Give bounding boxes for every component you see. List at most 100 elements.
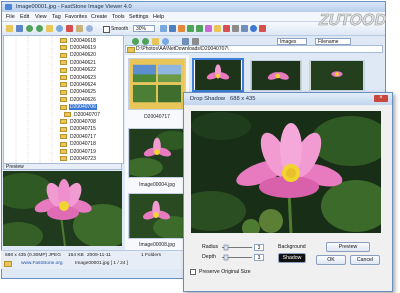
tree-item-label: D20040718 bbox=[70, 141, 96, 148]
preserve-size-label: Preserve Original Size bbox=[199, 269, 251, 275]
slider-track bbox=[222, 244, 252, 251]
view-mode-icon[interactable] bbox=[182, 38, 189, 45]
thumbnail[interactable] bbox=[128, 193, 186, 239]
folder-tree[interactable]: D20040618 D20040619 D20040620 D20040621 … bbox=[3, 35, 124, 164]
exit-icon[interactable] bbox=[259, 25, 266, 32]
thumbnail[interactable] bbox=[309, 60, 365, 91]
folder-icon bbox=[4, 261, 12, 267]
resize-icon[interactable] bbox=[214, 25, 221, 32]
thumbnail[interactable] bbox=[250, 60, 302, 91]
watermark-logo: ZUTOOD bbox=[310, 6, 390, 32]
email-icon[interactable] bbox=[76, 25, 83, 32]
radius-value[interactable]: 3 bbox=[254, 244, 264, 251]
folder-icon bbox=[60, 97, 67, 103]
window-title: Image00001.jpg - FastStone Image Viewer … bbox=[16, 4, 132, 10]
refresh-icon[interactable] bbox=[56, 25, 63, 32]
view-forward-icon[interactable] bbox=[142, 38, 149, 45]
fullscreen-icon[interactable] bbox=[169, 25, 176, 32]
fit-icon[interactable] bbox=[160, 25, 167, 32]
tree-item-label: D20040618 bbox=[70, 37, 96, 44]
thumbnail-selected[interactable] bbox=[192, 58, 244, 92]
dialog-title-bar[interactable]: Drop Shadow 688 x 435 × bbox=[184, 93, 392, 105]
tree-item-label: D20040621 bbox=[70, 59, 96, 66]
tree-item-label: D20040717 bbox=[70, 133, 96, 140]
menu-favorites[interactable]: Favorites bbox=[65, 14, 87, 20]
tree-item-label: D20040623 bbox=[70, 74, 96, 81]
cancel-button[interactable]: Cancel bbox=[350, 255, 380, 265]
folder-icon bbox=[127, 47, 135, 53]
forward-icon[interactable] bbox=[36, 25, 43, 32]
thumbnail-label: Image00004.jpg bbox=[139, 182, 175, 188]
close-icon[interactable]: × bbox=[374, 95, 388, 102]
color-icon[interactable] bbox=[223, 25, 230, 32]
depth-label: Depth bbox=[202, 254, 216, 260]
radius-slider[interactable] bbox=[222, 244, 252, 251]
folder-icon bbox=[60, 141, 67, 147]
thumbnail-pane: D20040717 Image00004.jpg Image00008.jpg bbox=[125, 55, 189, 258]
up-folder-icon[interactable] bbox=[46, 25, 53, 32]
menu-settings[interactable]: Settings bbox=[129, 14, 148, 20]
zoom-select[interactable]: 30% bbox=[133, 25, 155, 32]
zoom-icon[interactable] bbox=[86, 25, 93, 32]
menu-tag[interactable]: Tag bbox=[52, 14, 61, 20]
folder-icon bbox=[60, 126, 67, 132]
folder-icon bbox=[60, 119, 67, 125]
status-folders: 1 Folders bbox=[141, 253, 161, 258]
help-icon[interactable] bbox=[250, 25, 257, 32]
preview-header: Preview bbox=[3, 163, 122, 170]
lotus-flower-image bbox=[3, 171, 122, 246]
tree-item-label: D20040708 bbox=[70, 118, 96, 125]
preview-image bbox=[3, 171, 122, 246]
menu-view[interactable]: View bbox=[35, 14, 47, 20]
view-back-icon[interactable] bbox=[132, 38, 139, 45]
thumbnail[interactable] bbox=[128, 58, 186, 110]
depth-value[interactable]: 3 bbox=[254, 254, 264, 261]
lotus-thumbnail-image bbox=[129, 194, 185, 238]
delete-icon[interactable] bbox=[66, 25, 73, 32]
folder-icon bbox=[60, 149, 67, 154]
menu-create[interactable]: Create bbox=[91, 14, 107, 20]
tree-item-label: D20040620 bbox=[70, 52, 96, 59]
lotus-thumbnail-image bbox=[195, 60, 241, 90]
rotate-left-icon[interactable] bbox=[187, 25, 194, 32]
settings-icon[interactable] bbox=[241, 25, 248, 32]
svg-text:ZUTOOD: ZUTOOD bbox=[317, 11, 388, 29]
slideshow-icon[interactable] bbox=[178, 25, 185, 32]
view-select[interactable]: Images bbox=[277, 38, 307, 45]
smooth-checkbox[interactable] bbox=[103, 26, 110, 33]
save-icon[interactable] bbox=[16, 25, 23, 32]
tree-item-label: D20040622 bbox=[70, 67, 96, 74]
crop-icon[interactable] bbox=[205, 25, 212, 32]
rotate-right-icon[interactable] bbox=[196, 25, 203, 32]
back-icon[interactable] bbox=[26, 25, 33, 32]
lotus-thumbnail-image bbox=[129, 129, 185, 177]
ok-button[interactable]: OK bbox=[316, 255, 346, 265]
tree-item-label: D20040625 bbox=[70, 89, 96, 96]
lotus-thumbnail-image bbox=[251, 61, 301, 90]
dialog-title: Drop Shadow bbox=[190, 96, 226, 102]
menu-tools[interactable]: Tools bbox=[112, 14, 125, 20]
tree-item-label: D20040715 bbox=[70, 126, 96, 133]
view-up-icon[interactable] bbox=[152, 38, 159, 45]
view-refresh-icon[interactable] bbox=[162, 38, 169, 45]
tree-item-label: D20040719 bbox=[70, 148, 96, 155]
menu-file[interactable]: File bbox=[6, 14, 15, 20]
menu-help[interactable]: Help bbox=[153, 14, 164, 20]
preserve-size-checkbox[interactable] bbox=[190, 269, 196, 275]
open-icon[interactable] bbox=[6, 25, 13, 32]
thumbnail-label: D20040717 bbox=[144, 114, 170, 120]
folder-icon bbox=[60, 134, 67, 140]
path-field[interactable]: D:\Photos\AA\NetDownloads\D20040707\ bbox=[125, 45, 383, 53]
shadow-color-button[interactable]: Shadow bbox=[278, 253, 306, 263]
thumbnail[interactable] bbox=[128, 128, 186, 178]
print-icon[interactable] bbox=[232, 25, 239, 32]
menu-edit[interactable]: Edit bbox=[20, 14, 29, 20]
background-label: Background bbox=[278, 244, 306, 250]
preview-button[interactable]: Preview bbox=[326, 242, 370, 252]
tree-item-label: D20040626 bbox=[70, 96, 96, 103]
view-detail-icon[interactable] bbox=[192, 38, 199, 45]
status-website[interactable]: www.FastStone.org bbox=[21, 261, 63, 266]
sort-select[interactable]: Filename bbox=[315, 38, 351, 45]
tree-item-label: D20040723 bbox=[70, 155, 96, 162]
depth-slider[interactable] bbox=[222, 254, 252, 261]
